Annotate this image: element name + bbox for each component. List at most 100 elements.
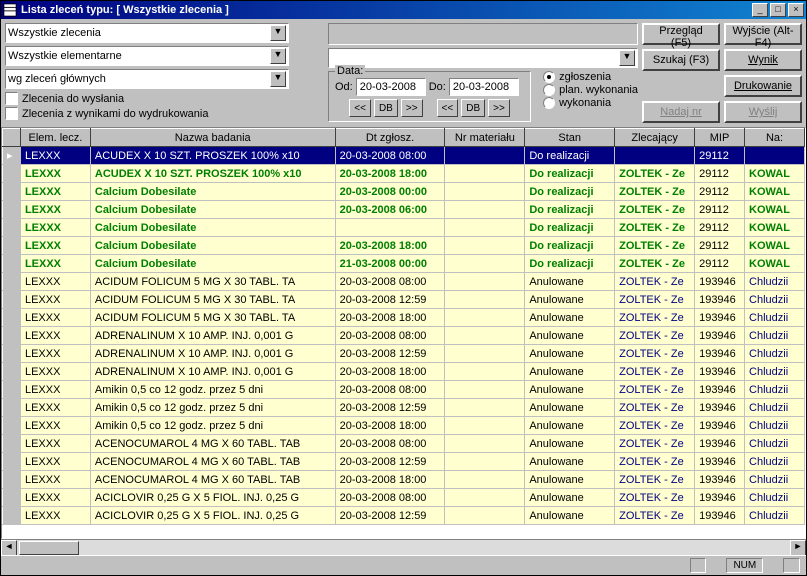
table-row[interactable]: LEXXXCalcium Dobesilate20-03-2008 00:00D… [3,183,805,201]
chevron-down-icon[interactable]: ▼ [270,48,286,64]
orders-grid[interactable]: Elem. lecz.Nazwa badaniaDt zgłosz.Nr mat… [1,127,806,539]
cell-mip: 193946 [695,417,745,435]
checkbox-send[interactable]: Zlecenia do wysłania [5,92,324,105]
date-to-db-button[interactable]: DB [461,99,485,117]
radio-plan[interactable]: plan. wykonania [543,84,638,96]
minimize-button[interactable]: _ [752,3,768,17]
elem-combo[interactable]: Wszystkie elementarne ▼ [5,46,289,66]
sort-combo[interactable]: wg zleceń głównych ▼ [5,69,289,89]
table-row[interactable]: LEXXXACENOCUMAROL 4 MG X 60 TABL. TAB20-… [3,435,805,453]
cell-date: 20-03-2008 18:00 [335,309,445,327]
radio-zgloszenia[interactable]: zgłoszenia [543,71,638,83]
cell-orderer: ZOLTEK - Ze [615,345,695,363]
print-button[interactable]: Drukowanie [724,75,802,97]
cell-date: 20-03-2008 12:59 [335,291,445,309]
date-to-prev-button[interactable]: << [437,99,459,117]
send-button[interactable]: Wyślij [724,101,802,123]
chevron-down-icon[interactable]: ▼ [619,50,635,66]
date-from-next-button[interactable]: >> [401,99,423,117]
cell-na: KOWAL [745,237,805,255]
radio-wykonania[interactable]: wykonania [543,97,638,109]
scroll-right-icon[interactable]: ► [790,540,806,556]
cell-material [445,183,525,201]
cell-material [445,147,525,165]
cell-elem: LEXXX [20,381,90,399]
table-row[interactable]: LEXXXADRENALINUM X 10 AMP. INJ. 0,001 G2… [3,363,805,381]
column-header[interactable]: MIP [695,129,745,147]
column-header[interactable]: Nazwa badania [90,129,335,147]
table-row[interactable]: LEXXXADRENALINUM X 10 AMP. INJ. 0,001 G2… [3,327,805,345]
maximize-button[interactable]: □ [770,3,786,17]
type-combo-text: Wszystkie zlecenia [8,27,270,39]
cell-name: Calcium Dobesilate [90,219,335,237]
cell-name: ACUDEX X 10 SZT. PROSZEK 100% x10 [90,165,335,183]
table-row[interactable]: LEXXXAmikin 0,5 co 12 godz. przez 5 dni2… [3,399,805,417]
search-button[interactable]: Szukaj (F3) [642,49,720,71]
cell-na: Chludzii [745,489,805,507]
cell-elem: LEXXX [20,453,90,471]
cell-name: Amikin 0,5 co 12 godz. przez 5 dni [90,399,335,417]
table-row[interactable]: LEXXXACIDUM FOLICUM 5 MG X 30 TABL. TA20… [3,291,805,309]
table-row[interactable]: LEXXXACENOCUMAROL 4 MG X 60 TABL. TAB20-… [3,471,805,489]
date-to-input[interactable] [449,78,519,96]
table-row[interactable]: LEXXXAmikin 0,5 co 12 godz. przez 5 dni2… [3,417,805,435]
cell-elem: LEXXX [20,507,90,525]
mid-combo[interactable]: ▼ [328,48,638,68]
scroll-left-icon[interactable]: ◄ [1,540,17,556]
cell-name: Calcium Dobesilate [90,255,335,273]
date-from-input[interactable] [356,78,426,96]
cell-elem: LEXXX [20,471,90,489]
cell-mip: 29112 [695,165,745,183]
preview-button[interactable]: Przegląd (F5) [642,23,720,45]
cell-orderer: ZOLTEK - Ze [615,507,695,525]
row-header: ▸ [3,147,21,165]
column-header[interactable]: Zlecający [615,129,695,147]
checkbox-icon[interactable] [5,107,18,120]
cell-orderer: ZOLTEK - Ze [615,435,695,453]
cell-mip: 193946 [695,453,745,471]
exit-button[interactable]: Wyjście (Alt-F4) [724,23,802,45]
column-header[interactable]: Nr materiału [445,129,525,147]
cell-orderer: ZOLTEK - Ze [615,453,695,471]
row-header [3,381,21,399]
cell-mip: 193946 [695,273,745,291]
cell-material [445,201,525,219]
horizontal-scrollbar[interactable]: ◄ ► [1,539,806,555]
date-to-next-button[interactable]: >> [488,99,510,117]
row-header [3,453,21,471]
close-button[interactable]: × [788,3,804,17]
table-row[interactable]: LEXXXACICLOVIR 0,25 G X 5 FIOL. INJ. 0,2… [3,489,805,507]
checkbox-icon[interactable] [5,92,18,105]
assign-button[interactable]: Nadaj nr [642,101,720,123]
table-row[interactable]: LEXXXAmikin 0,5 co 12 godz. przez 5 dni2… [3,381,805,399]
scroll-thumb[interactable] [19,541,79,555]
table-row[interactable]: LEXXXACUDEX X 10 SZT. PROSZEK 100% x1020… [3,165,805,183]
cell-date: 20-03-2008 08:00 [335,381,445,399]
row-header [3,309,21,327]
chevron-down-icon[interactable]: ▼ [270,71,286,87]
cell-orderer: ZOLTEK - Ze [615,399,695,417]
table-row[interactable]: LEXXXADRENALINUM X 10 AMP. INJ. 0,001 G2… [3,345,805,363]
result-button[interactable]: Wynik [724,49,802,71]
chevron-down-icon[interactable]: ▼ [270,25,286,41]
column-header[interactable]: Dt zgłosz. [335,129,445,147]
table-row[interactable]: LEXXXACIDUM FOLICUM 5 MG X 30 TABL. TA20… [3,273,805,291]
table-row[interactable]: ▸LEXXXACUDEX X 10 SZT. PROSZEK 100% x102… [3,147,805,165]
table-row[interactable]: LEXXXACICLOVIR 0,25 G X 5 FIOL. INJ. 0,2… [3,507,805,525]
table-row[interactable]: LEXXXCalcium Dobesilate20-03-2008 06:00D… [3,201,805,219]
column-header[interactable]: Elem. lecz. [20,129,90,147]
date-from-prev-button[interactable]: << [349,99,371,117]
table-row[interactable]: LEXXXCalcium DobesilateDo realizacjiZOLT… [3,219,805,237]
column-header[interactable]: Na: [745,129,805,147]
row-header [3,507,21,525]
column-header[interactable]: Stan [525,129,615,147]
table-row[interactable]: LEXXXACENOCUMAROL 4 MG X 60 TABL. TAB20-… [3,453,805,471]
checkbox-print[interactable]: Zlecenia z wynikami do wydrukowania [5,107,324,120]
window-title: Lista zleceń typu: [ Wszystkie zlecenia … [21,4,750,16]
date-from-db-button[interactable]: DB [374,99,398,117]
type-combo[interactable]: Wszystkie zlecenia ▼ [5,23,289,43]
cell-na: KOWAL [745,165,805,183]
table-row[interactable]: LEXXXACIDUM FOLICUM 5 MG X 30 TABL. TA20… [3,309,805,327]
table-row[interactable]: LEXXXCalcium Dobesilate21-03-2008 00:00D… [3,255,805,273]
table-row[interactable]: LEXXXCalcium Dobesilate20-03-2008 18:00D… [3,237,805,255]
